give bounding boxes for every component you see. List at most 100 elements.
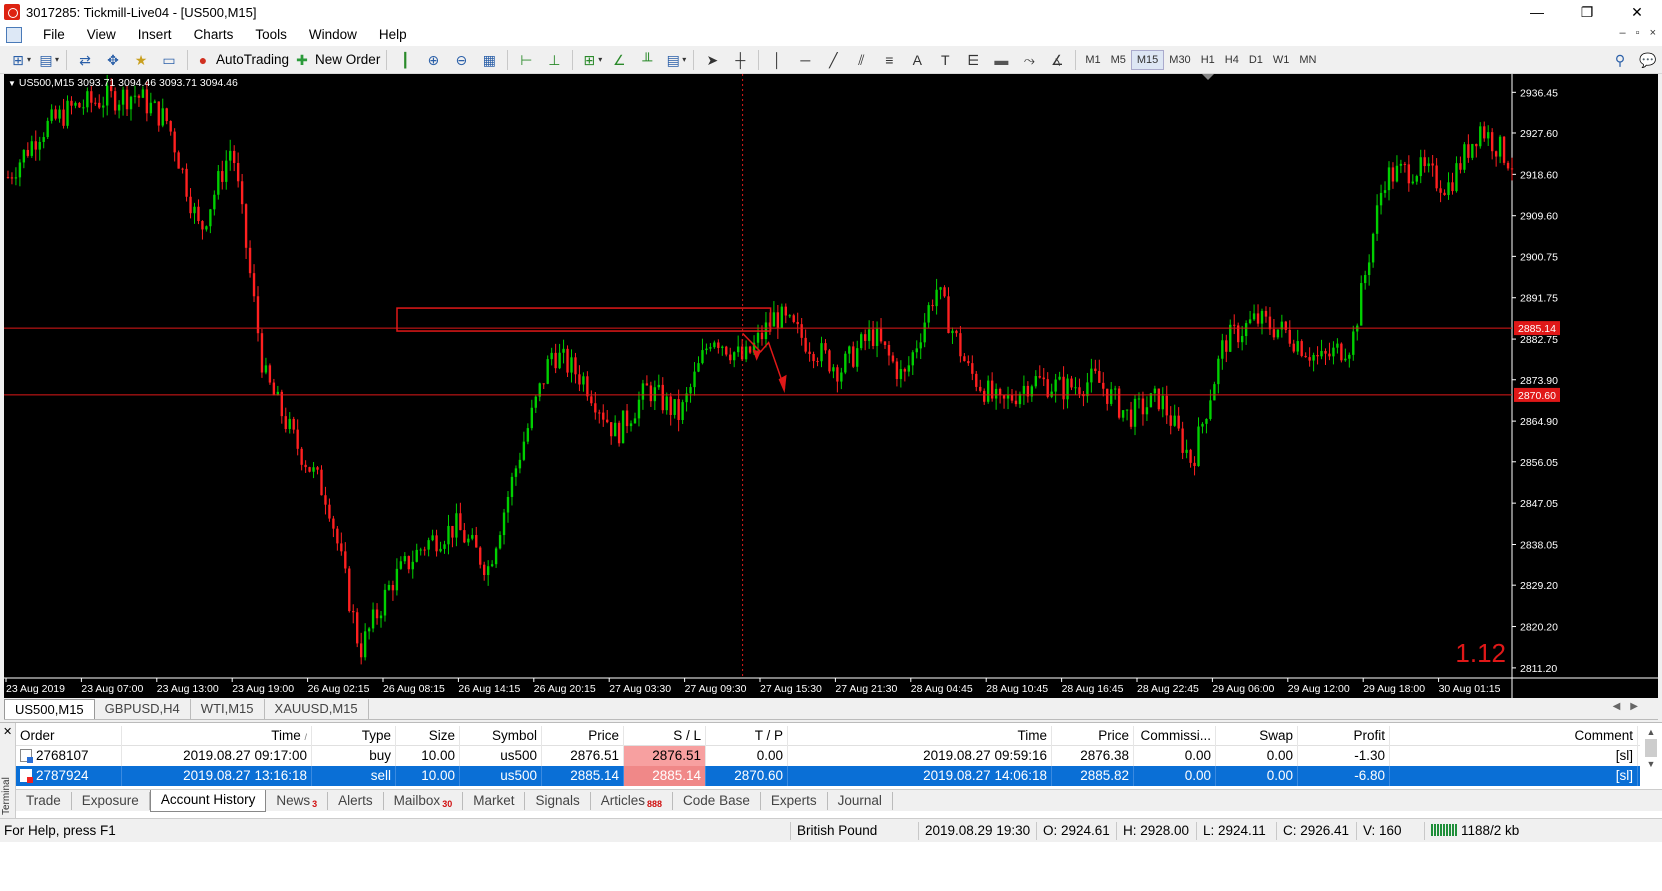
column-header-symbol[interactable]: Symbol xyxy=(460,725,542,746)
menu-view[interactable]: View xyxy=(76,24,127,46)
scroll-thumb[interactable] xyxy=(1645,739,1657,757)
menu-tools[interactable]: Tools xyxy=(244,24,298,46)
terminal-tab-exposure[interactable]: Exposure xyxy=(72,791,150,810)
candles-button[interactable]: ╨ xyxy=(635,48,659,72)
trendline-button[interactable]: ╱ xyxy=(821,48,845,72)
chart-tab-us500-m15[interactable]: US500,M15 xyxy=(4,699,95,719)
chart-minimize-button[interactable]: – xyxy=(1620,27,1626,39)
zoom-in-button[interactable]: ⊕ xyxy=(421,48,445,72)
column-header-tp[interactable]: T / P xyxy=(706,725,788,746)
terminal-close-icon[interactable]: ✕ xyxy=(3,725,12,738)
close-button[interactable]: ✕ xyxy=(1612,0,1662,24)
text-button[interactable]: A xyxy=(905,48,929,72)
timeframe-h1[interactable]: H1 xyxy=(1196,50,1220,70)
autotrading-button[interactable]: ● AutoTrading xyxy=(194,48,289,72)
chart-tab-gbpusd-h4[interactable]: GBPUSD,H4 xyxy=(95,699,191,719)
zoom-out-button[interactable]: ⊖ xyxy=(449,48,473,72)
indicators-button[interactable]: ⊞ ▾ xyxy=(579,48,603,72)
vertical-line-button[interactable]: │ xyxy=(765,48,789,72)
column-header-price[interactable]: Price xyxy=(542,725,624,746)
auto-scroll-button[interactable]: ⊢ xyxy=(514,48,538,72)
column-header-size[interactable]: Size xyxy=(396,725,460,746)
chat-button[interactable]: 💬 xyxy=(1636,48,1660,72)
terminal-tab-signals[interactable]: Signals xyxy=(525,791,591,810)
column-header-sl[interactable]: S / L xyxy=(624,725,706,746)
chart-tab-wti-m15[interactable]: WTI,M15 xyxy=(191,699,265,719)
restore-button[interactable]: ❐ xyxy=(1562,0,1612,24)
chart-window-icon[interactable] xyxy=(6,27,22,43)
column-header-close-time[interactable]: Time xyxy=(788,725,1052,746)
bar-chart-button[interactable]: ┃ xyxy=(393,48,417,72)
candle-body xyxy=(1455,163,1458,192)
text-label-button[interactable]: T xyxy=(933,48,957,72)
terminal-tab-trade[interactable]: Trade xyxy=(16,791,72,810)
column-header-type[interactable]: Type xyxy=(312,725,396,746)
timeframe-mn[interactable]: MN xyxy=(1294,50,1321,70)
arrows-button[interactable]: ⤳ xyxy=(1017,48,1041,72)
table-row[interactable]: 2768107 2019.08.27 09:17:00 buy 10.00 us… xyxy=(16,746,1640,766)
timeframe-w1[interactable]: W1 xyxy=(1268,50,1295,70)
minimize-button[interactable]: — xyxy=(1512,0,1562,24)
crosshair-tool-button[interactable]: ┼ xyxy=(728,48,752,72)
horizontal-line-button[interactable]: ─ xyxy=(793,48,817,72)
profiles-button[interactable]: ▤ ▾ xyxy=(36,48,60,72)
table-scrollbar[interactable]: ▲ ▼ xyxy=(1644,727,1658,787)
rectangle-button[interactable]: ▬ xyxy=(989,48,1013,72)
timeframe-m30[interactable]: M30 xyxy=(1164,50,1195,70)
column-header-order[interactable]: Order xyxy=(16,725,122,746)
fibonacci-button[interactable]: ≡ xyxy=(877,48,901,72)
chart-close-button[interactable]: × xyxy=(1650,27,1656,39)
tab-scroll-arrows[interactable]: ◀▶ xyxy=(1613,701,1648,712)
terminal-tab-code-base[interactable]: Code Base xyxy=(673,791,761,810)
new-order-button[interactable]: ✚ New Order xyxy=(293,48,380,72)
timeframe-d1[interactable]: D1 xyxy=(1244,50,1268,70)
menu-charts[interactable]: Charts xyxy=(183,24,245,46)
timeframe-m5[interactable]: M5 xyxy=(1106,50,1131,70)
timeframe-m15[interactable]: M15 xyxy=(1130,49,1165,70)
gann-button[interactable]: ∡ xyxy=(1045,48,1069,72)
search-button[interactable]: ⚲ xyxy=(1608,48,1632,72)
menu-insert[interactable]: Insert xyxy=(127,24,183,46)
navigator-button[interactable]: ★ xyxy=(129,48,153,72)
column-header-close-price[interactable]: Price xyxy=(1052,725,1134,746)
terminal-tab-market[interactable]: Market xyxy=(463,791,526,810)
market-watch-button[interactable]: ⇄ xyxy=(73,48,97,72)
column-header-commission[interactable]: Commissi... xyxy=(1134,725,1216,746)
terminal-tab-alerts[interactable]: Alerts xyxy=(328,791,384,810)
column-header-swap[interactable]: Swap xyxy=(1216,725,1298,746)
column-header-comment[interactable]: Comment xyxy=(1390,725,1638,746)
menu-help[interactable]: Help xyxy=(368,24,418,46)
cursor-tool-button[interactable]: ➤ xyxy=(700,48,724,72)
terminal-tab-account-history[interactable]: Account History xyxy=(149,789,267,812)
column-header-profit[interactable]: Profit xyxy=(1298,725,1390,746)
terminal-tab-journal[interactable]: Journal xyxy=(828,791,893,810)
chart-shift-button[interactable]: ⊥ xyxy=(542,48,566,72)
scroll-up-icon[interactable]: ▲ xyxy=(1644,727,1658,737)
price-chart[interactable]: 2936.45 2927.60 2918.60 2909.60 2900.75 2891.… xyxy=(4,74,1658,698)
chart-tab-xauusd-m15[interactable]: XAUUSD,M15 xyxy=(265,699,369,719)
table-row-selected[interactable]: 2787924 2019.08.27 13:16:18 sell 10.00 u… xyxy=(16,766,1640,786)
timeframe-m1[interactable]: M1 xyxy=(1080,50,1105,70)
collapse-triangle-icon[interactable]: ▼ xyxy=(8,79,16,88)
candle-body xyxy=(427,540,430,550)
data-window-button[interactable]: ✥ xyxy=(101,48,125,72)
chart-canvas[interactable]: 2936.45 2927.60 2918.60 2909.60 2900.75 2891.… xyxy=(4,74,1658,698)
terminal-button[interactable]: ▭ xyxy=(157,48,181,72)
templates-button[interactable]: ▤ ▾ xyxy=(663,48,687,72)
terminal-tab-mailbox[interactable]: Mailbox 30 xyxy=(384,791,464,810)
menu-file[interactable]: File xyxy=(32,24,76,46)
chart-restore-button[interactable]: ▫ xyxy=(1636,27,1640,39)
scroll-down-icon[interactable]: ▼ xyxy=(1644,759,1658,769)
terminal-tab-articles[interactable]: Articles 888 xyxy=(591,791,674,810)
toolbar-separator xyxy=(693,49,695,70)
terminal-tab-experts[interactable]: Experts xyxy=(761,791,828,810)
tile-windows-button[interactable]: ▦ xyxy=(477,48,501,72)
channel-button[interactable]: ⫽ xyxy=(849,48,873,72)
new-chart-button[interactable]: ⊞ ▾ xyxy=(8,48,32,72)
line-chart-button[interactable]: ∠ xyxy=(607,48,631,72)
menu-window[interactable]: Window xyxy=(298,24,368,46)
fibo-fan-button[interactable]: ⋿ xyxy=(961,48,985,72)
timeframe-h4[interactable]: H4 xyxy=(1220,50,1244,70)
column-header-time[interactable]: Time / xyxy=(122,725,312,746)
terminal-tab-news[interactable]: News 3 xyxy=(266,791,329,810)
